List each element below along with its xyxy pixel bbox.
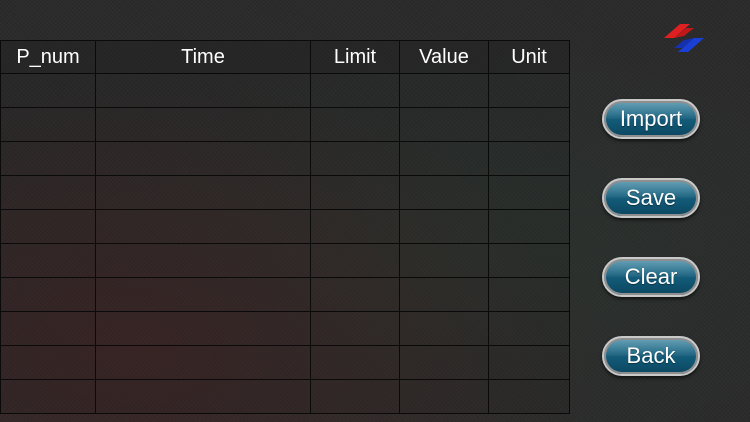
table-cell[interactable] <box>488 141 570 176</box>
table-cell[interactable] <box>95 277 311 312</box>
table-cell[interactable] <box>0 345 96 380</box>
table-cell[interactable] <box>488 277 570 312</box>
table-cell[interactable] <box>399 277 489 312</box>
table-cell[interactable] <box>95 141 311 176</box>
table-cell[interactable] <box>488 209 570 244</box>
table-cell[interactable] <box>488 175 570 210</box>
data-table: P_num Time Limit Value Unit <box>0 40 570 414</box>
table-header-row: P_num Time Limit Value Unit <box>0 40 570 74</box>
table-row[interactable] <box>0 379 570 414</box>
table-cell[interactable] <box>0 209 96 244</box>
table-cell[interactable] <box>310 141 400 176</box>
table-cell[interactable] <box>399 209 489 244</box>
table-row[interactable] <box>0 345 570 380</box>
clear-button[interactable]: Clear <box>602 257 700 297</box>
table-cell[interactable] <box>399 379 489 414</box>
table-cell[interactable] <box>0 141 96 176</box>
table-row[interactable] <box>0 311 570 346</box>
table-cell[interactable] <box>0 73 96 108</box>
column-header-time: Time <box>95 40 311 74</box>
table-cell[interactable] <box>310 277 400 312</box>
table-cell[interactable] <box>399 141 489 176</box>
table-cell[interactable] <box>310 243 400 278</box>
table-cell[interactable] <box>399 73 489 108</box>
table-cell[interactable] <box>399 311 489 346</box>
table-cell[interactable] <box>95 209 311 244</box>
table-cell[interactable] <box>95 243 311 278</box>
table-row[interactable] <box>0 175 570 210</box>
table-row[interactable] <box>0 107 570 142</box>
table-cell[interactable] <box>0 107 96 142</box>
table-cell[interactable] <box>310 73 400 108</box>
save-button[interactable]: Save <box>602 178 700 218</box>
brand-logo-icon <box>664 24 704 52</box>
table-cell[interactable] <box>310 311 400 346</box>
table-cell[interactable] <box>488 345 570 380</box>
column-header-unit: Unit <box>488 40 570 74</box>
column-header-value: Value <box>399 40 489 74</box>
table-cell[interactable] <box>310 379 400 414</box>
table-cell[interactable] <box>399 243 489 278</box>
column-header-p-num: P_num <box>0 40 96 74</box>
column-header-limit: Limit <box>310 40 400 74</box>
table-cell[interactable] <box>488 311 570 346</box>
table-cell[interactable] <box>399 175 489 210</box>
table-cell[interactable] <box>310 345 400 380</box>
table-cell[interactable] <box>310 175 400 210</box>
table-cell[interactable] <box>399 107 489 142</box>
table-cell[interactable] <box>310 209 400 244</box>
table-cell[interactable] <box>310 107 400 142</box>
back-button[interactable]: Back <box>602 336 700 376</box>
table-cell[interactable] <box>0 379 96 414</box>
table-row[interactable] <box>0 277 570 312</box>
table-cell[interactable] <box>0 311 96 346</box>
table-cell[interactable] <box>95 379 311 414</box>
table-cell[interactable] <box>0 243 96 278</box>
table-cell[interactable] <box>488 243 570 278</box>
table-cell[interactable] <box>488 73 570 108</box>
table-cell[interactable] <box>0 175 96 210</box>
table-row[interactable] <box>0 73 570 108</box>
table-cell[interactable] <box>95 345 311 380</box>
table-cell[interactable] <box>95 107 311 142</box>
table-row[interactable] <box>0 141 570 176</box>
table-cell[interactable] <box>95 73 311 108</box>
table-cell[interactable] <box>488 107 570 142</box>
table-cell[interactable] <box>95 311 311 346</box>
table-row[interactable] <box>0 209 570 244</box>
table-cell[interactable] <box>95 175 311 210</box>
table-cell[interactable] <box>488 379 570 414</box>
table-cell[interactable] <box>399 345 489 380</box>
table-row[interactable] <box>0 243 570 278</box>
import-button[interactable]: Import <box>602 99 700 139</box>
table-cell[interactable] <box>0 277 96 312</box>
